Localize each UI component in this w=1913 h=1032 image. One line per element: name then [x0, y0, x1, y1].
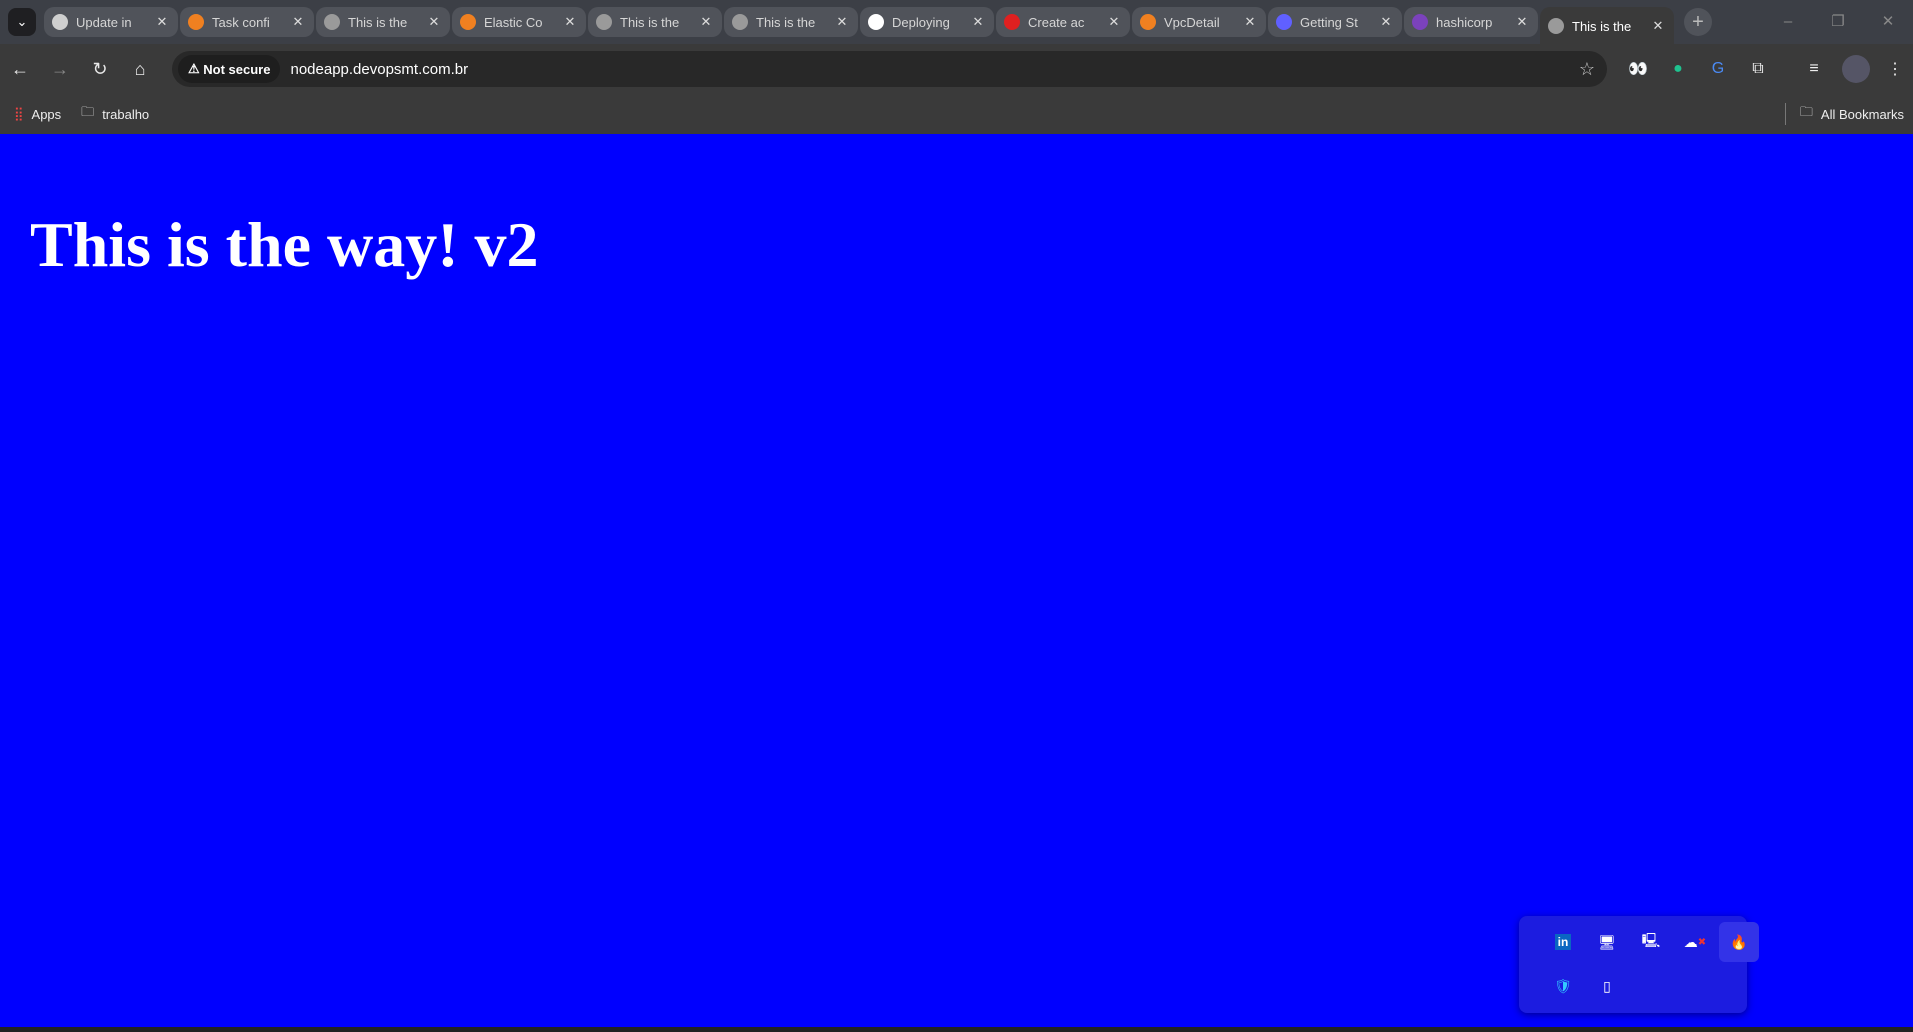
back-button[interactable]: ← — [0, 59, 40, 80]
extension-eyes-icon[interactable]: 👀 — [1620, 44, 1656, 94]
extension-sync-icon[interactable]: ● — [1660, 44, 1696, 94]
folder-icon: 🗀 — [1799, 104, 1813, 119]
close-tab-icon[interactable]: ✕ — [1106, 14, 1122, 30]
tab-title: hashicorp — [1436, 14, 1493, 30]
tab-4[interactable]: This is the ✕ — [588, 7, 722, 37]
media-control-icon[interactable]: ≡ — [1796, 44, 1832, 94]
warning-icon: ⚠ — [188, 61, 204, 76]
security-label: Not secure — [203, 61, 271, 77]
google-translate-icon[interactable]: G — [1700, 44, 1736, 94]
toolbar: ← → ↻ ⌂ ⚠ Not secure nodeapp.devopsmt.co… — [0, 44, 1913, 94]
tab-0[interactable]: Update in ✕ — [44, 7, 178, 37]
tab-title: Deploying — [892, 14, 950, 30]
close-tab-icon[interactable]: ✕ — [290, 14, 306, 30]
close-tab-icon[interactable]: ✕ — [1242, 14, 1258, 30]
close-tab-icon[interactable]: ✕ — [154, 14, 170, 30]
locked-monitor-icon[interactable]: 🖳 — [1631, 922, 1671, 962]
extensions-puzzle-icon[interactable]: ⧉ — [1740, 44, 1776, 94]
tab-11[interactable]: This is the ✕ — [1540, 7, 1674, 45]
system-tray-overflow: in 🖥 🖳 ☁ ✖ 🔥 🛡 ▯ — [1519, 916, 1759, 1013]
bookmark-label: trabalho — [102, 106, 150, 122]
tab-2[interactable]: This is the ✕ — [316, 7, 450, 37]
reload-button[interactable]: ↻ — [80, 59, 120, 80]
globe-icon — [1548, 18, 1564, 34]
new-tab-button[interactable]: + — [1684, 8, 1712, 36]
close-tab-icon[interactable]: ✕ — [426, 14, 442, 30]
bookmark-label: Apps — [31, 106, 62, 122]
tab-title: This is the — [1572, 18, 1632, 34]
forward-button[interactable]: → — [40, 59, 80, 80]
home-button[interactable]: ⌂ — [120, 59, 160, 80]
folder-icon: 🗀 — [81, 104, 95, 119]
tab-3[interactable]: Elastic Co ✕ — [452, 7, 586, 37]
close-tab-icon[interactable]: ✕ — [1514, 14, 1530, 30]
tab-title: This is the — [620, 14, 680, 30]
bookmark-folder-trabalho[interactable]: 🗀 trabalho — [81, 103, 149, 125]
close-tab-icon[interactable]: ✕ — [970, 14, 986, 30]
aws-cube-icon — [1140, 14, 1156, 30]
page-heading: This is the way! v2 — [30, 209, 539, 280]
menu-kebab-icon[interactable]: ⋮ — [1877, 44, 1913, 94]
tab-title: Elastic Co — [484, 14, 543, 30]
restore-button[interactable]: ❐ — [1813, 0, 1863, 44]
close-tab-icon[interactable]: ✕ — [1650, 18, 1666, 34]
terraform-icon — [1412, 14, 1428, 30]
bookmark-star-icon[interactable]: ☆ — [1579, 59, 1595, 80]
github-actions-icon — [52, 14, 68, 30]
close-tab-icon[interactable]: ✕ — [1378, 14, 1394, 30]
cloud-error-icon[interactable]: ☁ ✖ — [1675, 922, 1715, 962]
create-icon — [1004, 14, 1020, 30]
bookmark-apps[interactable]: ⣿ Apps — [14, 106, 61, 122]
tab-9[interactable]: Getting St ✕ — [1268, 7, 1402, 37]
globe-icon — [324, 14, 340, 30]
taskbar-edge — [0, 1027, 1913, 1032]
profile-avatar[interactable] — [1842, 55, 1870, 83]
defender-shield-icon[interactable]: 🛡 — [1543, 966, 1583, 1006]
linkedin-icon[interactable]: in — [1554, 934, 1572, 950]
tab-8[interactable]: VpcDetail ✕ — [1132, 7, 1266, 37]
globe-icon — [732, 14, 748, 30]
grafana-icon — [188, 14, 204, 30]
tab-title: This is the — [348, 14, 408, 30]
address-bar[interactable]: ⚠ Not secure nodeapp.devopsmt.com.br ☆ — [172, 51, 1607, 87]
tab-strip: ⌄ Update in ✕ Task confi ✕ This is the ✕ Elast… — [0, 0, 1913, 45]
tab-title: This is the — [756, 14, 816, 30]
github-icon — [868, 14, 884, 30]
ghost-icon — [1276, 14, 1292, 30]
bookmark-label: All Bookmarks — [1820, 106, 1904, 122]
close-window-button[interactable]: ✕ — [1863, 0, 1913, 44]
remote-desktop-icon[interactable]: 🖥 — [1587, 922, 1627, 962]
tab-6[interactable]: Deploying ✕ — [860, 7, 994, 37]
apps-grid-icon: ⣿ — [14, 106, 24, 121]
close-tab-icon[interactable]: ✕ — [562, 14, 578, 30]
tab-title: Create ac — [1028, 14, 1085, 30]
tab-1[interactable]: Task confi ✕ — [180, 7, 314, 37]
tab-5[interactable]: This is the ✕ — [724, 7, 858, 37]
tab-title: VpcDetail — [1164, 14, 1220, 30]
close-tab-icon[interactable]: ✕ — [834, 14, 850, 30]
globe-icon — [596, 14, 612, 30]
tab-10[interactable]: hashicorp ✕ — [1404, 7, 1538, 37]
tab-title: Getting St — [1300, 14, 1358, 30]
usb-drive-icon[interactable]: ▯ — [1587, 966, 1627, 1006]
flame-app-icon[interactable]: 🔥 — [1719, 922, 1759, 962]
tab-7[interactable]: Create ac ✕ — [996, 7, 1130, 37]
grafana-icon — [460, 14, 476, 30]
minimize-button[interactable]: – — [1763, 0, 1813, 44]
bookmarks-bar: ⣿ Apps 🗀 trabalho 🗀 All Bookmarks — [0, 94, 1913, 134]
site-info-button[interactable]: ⚠ Not secure — [178, 55, 281, 83]
all-bookmarks[interactable]: 🗀 All Bookmarks — [1784, 103, 1904, 125]
tab-search-button[interactable]: ⌄ — [8, 8, 36, 36]
tab-title: Update in — [76, 14, 132, 30]
url-text[interactable]: nodeapp.devopsmt.com.br — [290, 61, 468, 78]
tab-title: Task confi — [212, 14, 270, 30]
close-tab-icon[interactable]: ✕ — [698, 14, 714, 30]
